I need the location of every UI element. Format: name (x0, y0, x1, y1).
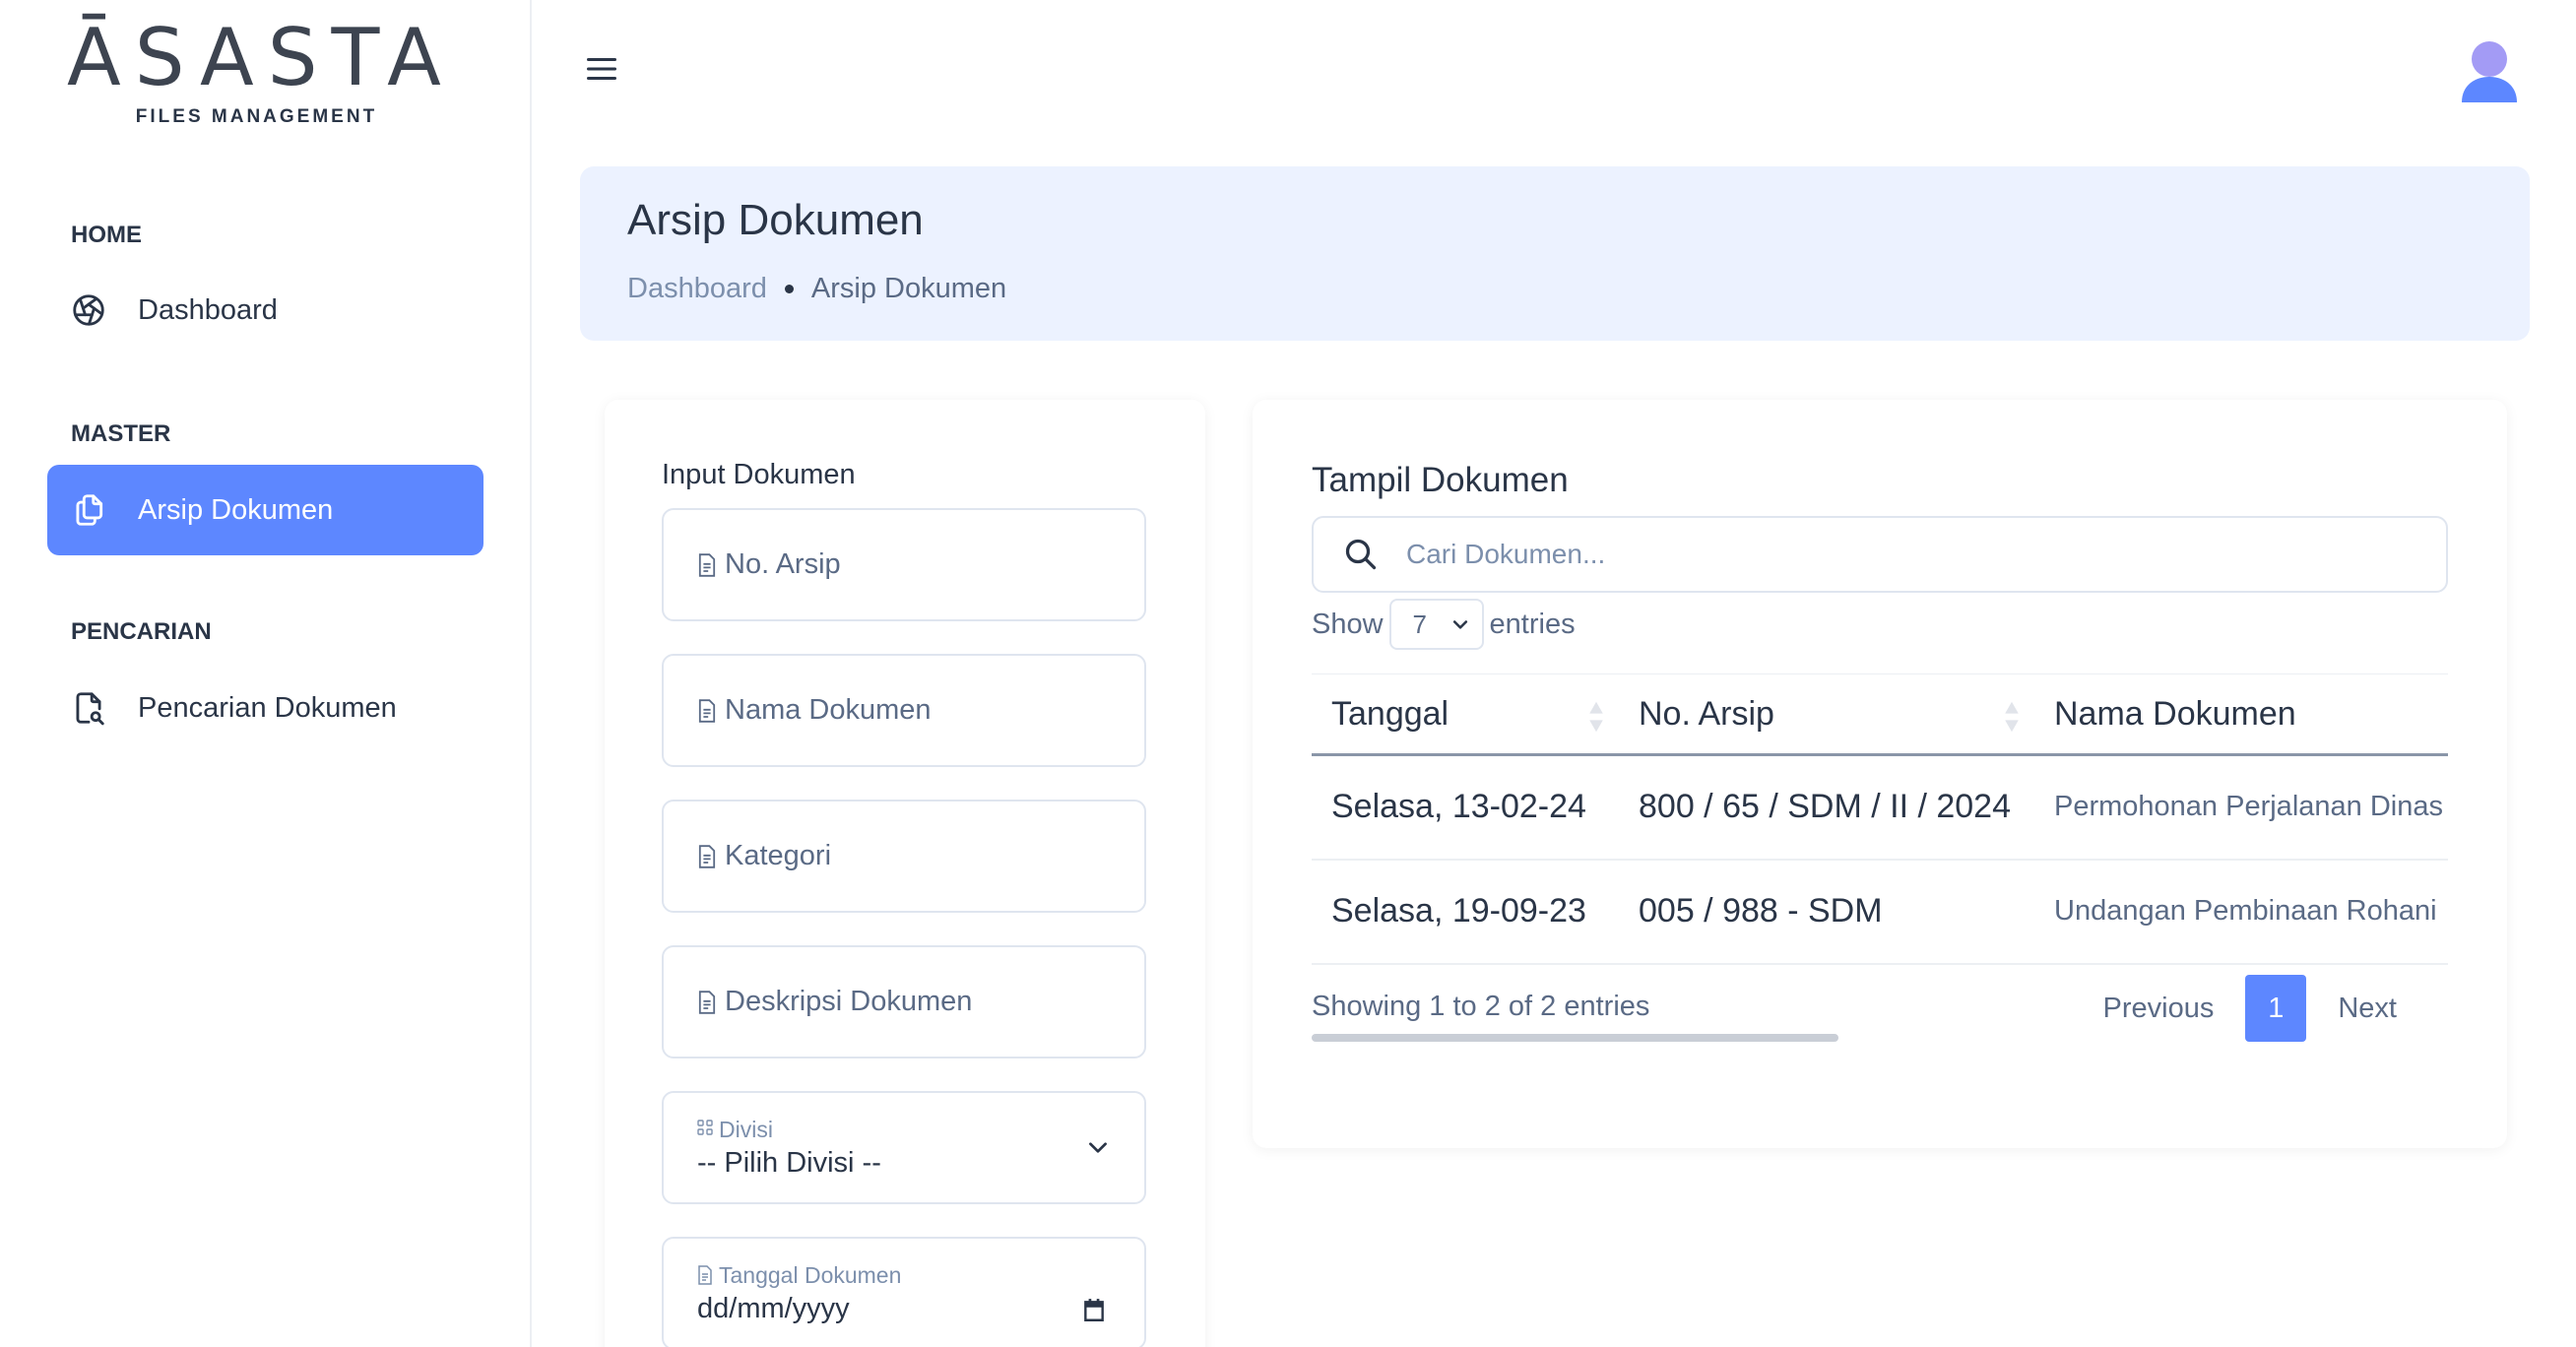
search-input[interactable] (1406, 539, 2391, 570)
next-button[interactable]: Next (2306, 993, 2428, 1025)
brand-logo[interactable]: ĀSASTA FILES MANAGEMENT (67, 14, 446, 128)
nav-section-pencarian: PENCARIAN (71, 618, 212, 645)
column-header-tanggal[interactable]: Tanggal (1312, 674, 1619, 756)
user-avatar-icon[interactable] (2458, 37, 2521, 104)
column-header-label: No. Arsip (1639, 694, 1774, 733)
divisi-value: -- Pilih Divisi -- (697, 1146, 881, 1179)
page-header: Arsip Dokumen Dashboard Arsip Dokumen (580, 166, 2530, 341)
sidebar-item-pencarian-dokumen[interactable]: Pencarian Dokumen (47, 663, 483, 753)
copy-icon (69, 490, 108, 530)
grid-icon (697, 1120, 713, 1139)
cell-tanggal: Selasa, 19-09-23 (1312, 859, 1619, 965)
entries-select[interactable]: 7 (1388, 599, 1484, 650)
file-icon (697, 844, 717, 868)
logo-tagline: FILES MANAGEMENT (135, 106, 378, 127)
page-1-button[interactable]: 1 (2245, 975, 2307, 1042)
file-icon (697, 1265, 713, 1285)
breadcrumb: Dashboard Arsip Dokumen (627, 273, 1006, 305)
sidebar-item-dashboard[interactable]: Dashboard (47, 265, 483, 355)
table-info: Showing 1 to 2 of 2 entries (1312, 991, 1650, 1022)
tanggal-label-text: Tanggal Dokumen (719, 1261, 902, 1288)
sidebar-item-arsip-dokumen[interactable]: Arsip Dokumen (47, 465, 483, 555)
deskripsi-dokumen-textarea[interactable]: Deskripsi Dokumen (662, 945, 1146, 1058)
column-header-label: Tanggal (1331, 694, 1449, 733)
calendar-icon[interactable] (1081, 1298, 1107, 1323)
table-card-title: Tampil Dokumen (1312, 461, 1569, 499)
nama-dokumen-field[interactable]: Nama Dokumen (662, 654, 1146, 767)
breadcrumb-separator (784, 285, 794, 293)
chevron-down-icon (1085, 1134, 1111, 1160)
entries-label: entries (1489, 608, 1576, 640)
table-header-row: Tanggal No. Arsip Nama Dokumen (1312, 674, 2448, 756)
cell-no-arsip: 800 / 65 / SDM / II / 2024 (1619, 754, 2034, 861)
show-label: Show (1312, 608, 1384, 640)
table-row[interactable]: Selasa, 13-02-24 800 / 65 / SDM / II / 2… (1312, 754, 2448, 861)
search-box[interactable] (1312, 516, 2448, 593)
documents-table: Tanggal No. Arsip Nama Dokumen Selasa, 1… (1312, 674, 2448, 965)
horizontal-scrollbar[interactable] (1312, 1034, 1838, 1042)
breadcrumb-current: Arsip Dokumen (810, 273, 1007, 304)
cell-nama-dokumen: Permohonan Perjalanan Dinas (2034, 754, 2448, 861)
page-title: Arsip Dokumen (627, 196, 924, 244)
deskripsi-placeholder: Deskripsi Dokumen (725, 986, 973, 1017)
cell-no-arsip: 005 / 988 - SDM (1619, 859, 2034, 965)
tanggal-dokumen-field[interactable]: Tanggal Dokumen dd/mm/yyyy (662, 1237, 1146, 1347)
tanggal-value: dd/mm/yyyy (697, 1292, 850, 1324)
breadcrumb-link-dashboard[interactable]: Dashboard (627, 273, 767, 305)
divisi-label: Divisi (697, 1117, 773, 1143)
no-arsip-placeholder: No. Arsip (725, 548, 841, 580)
column-header-no-arsip[interactable]: No. Arsip (1619, 674, 2034, 756)
sidebar-item-label: Dashboard (138, 293, 278, 326)
table-row[interactable]: Selasa, 19-09-23 005 / 988 - SDM Undanga… (1312, 859, 2448, 965)
hamburger-icon[interactable] (581, 49, 622, 89)
input-card-title: Input Dokumen (662, 459, 856, 490)
kategori-field[interactable]: Kategori (662, 800, 1146, 913)
column-header-label: Nama Dokumen (2054, 694, 2296, 733)
entries-select-value: 7 (1412, 609, 1428, 639)
divisi-label-text: Divisi (719, 1116, 773, 1142)
input-dokumen-card: Input Dokumen No. Arsip Nama Dokumen Kat… (605, 400, 1205, 1347)
cell-tanggal: Selasa, 13-02-24 (1312, 754, 1619, 861)
cell-nama-dokumen: Undangan Pembinaan Rohani (2034, 859, 2448, 965)
entries-length-control: Show 7 entries (1312, 599, 1576, 650)
chevron-down-icon (1452, 620, 1467, 629)
file-icon (697, 552, 717, 577)
sidebar-item-label: Arsip Dokumen (138, 493, 334, 526)
divisi-select[interactable]: Divisi -- Pilih Divisi -- (662, 1091, 1146, 1204)
column-header-nama-dokumen[interactable]: Nama Dokumen (2034, 674, 2448, 756)
sidebar-item-label: Pencarian Dokumen (138, 691, 397, 724)
no-arsip-field[interactable]: No. Arsip (662, 508, 1146, 621)
nav-section-home: HOME (71, 222, 142, 248)
kategori-placeholder: Kategori (725, 840, 832, 871)
file-icon (697, 698, 717, 723)
search-icon (1343, 537, 1379, 572)
tanggal-label: Tanggal Dokumen (697, 1262, 901, 1289)
previous-button[interactable]: Previous (2072, 993, 2246, 1025)
tampil-dokumen-card: Tampil Dokumen Show 7 entries Tanggal No… (1253, 400, 2507, 1148)
pagination: Previous 1 Next (2072, 975, 2428, 1042)
sort-icon (2005, 701, 2019, 733)
file-search-icon (69, 688, 108, 728)
aperture-icon (69, 290, 108, 330)
nama-dokumen-placeholder: Nama Dokumen (725, 694, 932, 726)
file-icon (697, 990, 717, 1014)
sort-icon (1589, 701, 1603, 733)
nav-section-master: MASTER (71, 420, 171, 447)
logo-text: ĀSASTA (67, 12, 455, 103)
sidebar: ĀSASTA FILES MANAGEMENT HOME Dashboard M… (0, 0, 532, 1347)
